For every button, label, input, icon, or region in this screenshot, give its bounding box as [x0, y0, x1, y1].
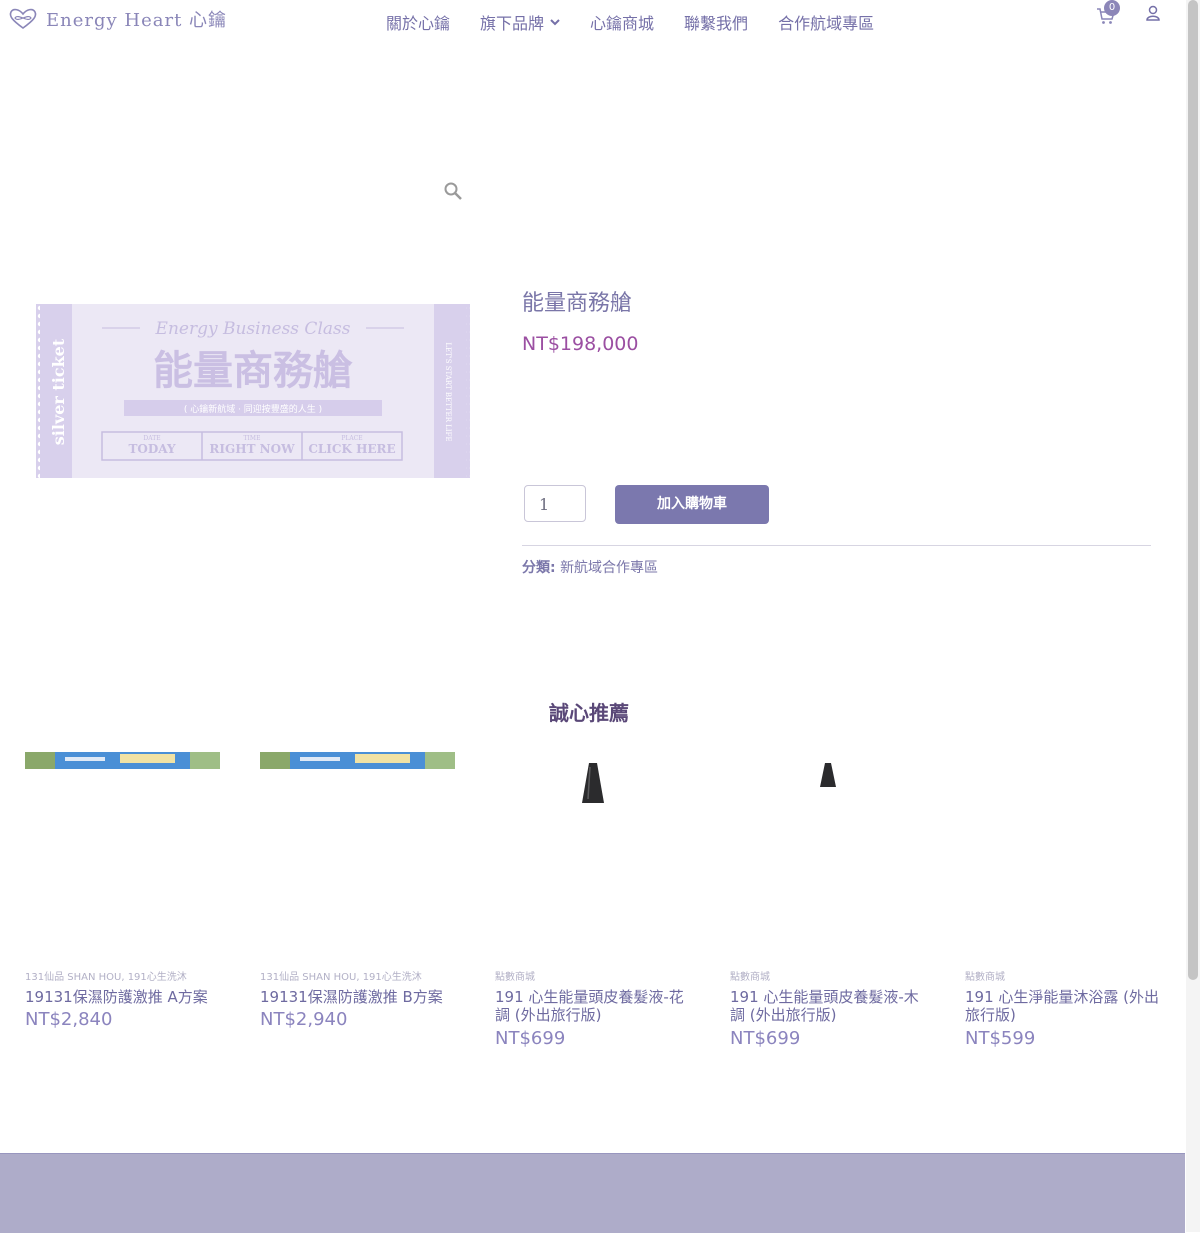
ticket-field-value: TODAY	[128, 442, 176, 456]
scrollbar-thumb[interactable]	[1188, 0, 1198, 980]
product-card[interactable]: 點數商城 191 心生能量頭皮養髮液-木調 (外出旅行版) NT$699	[730, 752, 926, 1049]
divider	[522, 545, 1151, 546]
ticket-side-left: silver ticket	[49, 338, 68, 445]
category-label: 分類:	[522, 560, 556, 576]
ticket-field-value: CLICK HERE	[308, 442, 395, 456]
product-price: NT$198,000	[522, 333, 639, 355]
product-thumbnail[interactable]	[730, 752, 925, 962]
product-categories[interactable]: 131仙品 SHAN HOU, 191心生洗沐	[25, 968, 187, 983]
category-link[interactable]: 新航域合作專區	[560, 560, 658, 576]
product-name[interactable]: 191 心生能量頭皮養髮液-花調 (外出旅行版)	[495, 988, 695, 1024]
product-name[interactable]: 19131保濕防護激推 B方案	[260, 988, 460, 1006]
ticket-tagline: ( 心鑰新航域 · 同迎按豐盛的人生 )	[184, 403, 322, 415]
nav-brands-label: 旗下品牌	[480, 14, 545, 33]
chevron-down-icon	[550, 19, 560, 26]
ticket-field-label: PLACE	[341, 435, 362, 442]
image-zoom-icon[interactable]	[443, 181, 463, 201]
product-card[interactable]: 131仙品 SHAN HOU, 191心生洗沐 19131保濕防護激推 A方案 …	[25, 752, 221, 1030]
nav-contact-label: 聯繫我們	[684, 14, 749, 33]
product-thumbnail[interactable]	[965, 752, 1160, 962]
main-nav: 關於心鑰 旗下品牌 心鑰商城 聯繫我們 合作航域專區	[386, 10, 874, 34]
product-card-price: NT$2,940	[260, 1009, 348, 1030]
product-card-price: NT$599	[965, 1028, 1036, 1049]
product-thumbnail[interactable]	[25, 752, 220, 962]
product-card[interactable]: 131仙品 SHAN HOU, 191心生洗沐 19131保濕防護激推 B方案 …	[260, 752, 456, 1030]
product-card-price: NT$699	[495, 1028, 566, 1049]
product-banner-image	[25, 752, 220, 769]
bottle-image	[820, 763, 836, 787]
bottle-image	[582, 763, 604, 803]
product-image[interactable]: silver ticket LET'S START BETTER LIFE En…	[36, 304, 470, 478]
ticket-script-title: Energy Business Class	[155, 319, 351, 339]
product-banner-image	[260, 752, 455, 769]
product-thumbnail[interactable]	[495, 752, 690, 962]
brand-name: Energy Heart 心鑰	[46, 10, 228, 31]
nav-partners[interactable]: 合作航域專區	[778, 10, 874, 34]
site-header: Energy Heart 心鑰 關於心鑰 旗下品牌 心鑰商城 聯繫我們 合作航域…	[0, 0, 1185, 40]
ticket-field-label: TIME	[244, 435, 261, 442]
product-categories[interactable]: 131仙品 SHAN HOU, 191心生洗沐	[260, 968, 422, 983]
product-categories[interactable]: 點數商城	[730, 968, 770, 983]
nav-contact[interactable]: 聯繫我們	[684, 10, 748, 34]
nav-about-label: 關於心鑰	[386, 14, 451, 33]
product-card-price: NT$699	[730, 1028, 801, 1049]
product-card[interactable]: 點數商城 191 心生能量頭皮養髮液-花調 (外出旅行版) NT$699	[495, 752, 691, 1049]
product-thumbnail[interactable]	[260, 752, 455, 962]
user-account-icon[interactable]	[1146, 5, 1160, 21]
heart-infinity-icon	[9, 8, 37, 29]
product-categories[interactable]: 點數商城	[495, 968, 535, 983]
product-name[interactable]: 191 心生淨能量沐浴露 (外出旅行版)	[965, 988, 1165, 1024]
product-name[interactable]: 191 心生能量頭皮養髮液-木調 (外出旅行版)	[730, 988, 930, 1024]
product-categories[interactable]: 點數商城	[965, 968, 1005, 983]
add-to-cart-button[interactable]: 加入購物車	[615, 485, 769, 524]
scrollbar-track[interactable]	[1186, 0, 1200, 1232]
nav-about[interactable]: 關於心鑰	[386, 10, 450, 34]
nav-shop-label: 心鑰商城	[590, 14, 655, 33]
nav-partners-label: 合作航域專區	[778, 14, 875, 33]
recommended-heading: 誠心推薦	[549, 701, 629, 725]
brand-logo[interactable]: Energy Heart 心鑰	[8, 6, 227, 32]
nav-brands[interactable]: 旗下品牌	[480, 10, 560, 34]
quantity-input[interactable]: 1	[524, 485, 586, 522]
ticket-field-label: DATE	[143, 435, 160, 442]
nav-shop[interactable]: 心鑰商城	[590, 10, 654, 34]
product-name[interactable]: 19131保濕防護激推 A方案	[25, 988, 225, 1006]
product-card[interactable]: 點數商城 191 心生淨能量沐浴露 (外出旅行版) NT$599	[965, 752, 1161, 1049]
ticket-field-value: RIGHT NOW	[209, 442, 295, 456]
cart-count-badge: 0	[1104, 0, 1120, 16]
site-footer	[0, 1153, 1185, 1233]
product-category: 分類: 新航域合作專區	[522, 557, 658, 577]
ticket-side-right: LET'S START BETTER LIFE	[444, 342, 452, 441]
product-card-price: NT$2,840	[25, 1009, 113, 1030]
product-title: 能量商務艙	[522, 291, 633, 316]
ticket-main-title: 能量商務艙	[153, 347, 353, 394]
